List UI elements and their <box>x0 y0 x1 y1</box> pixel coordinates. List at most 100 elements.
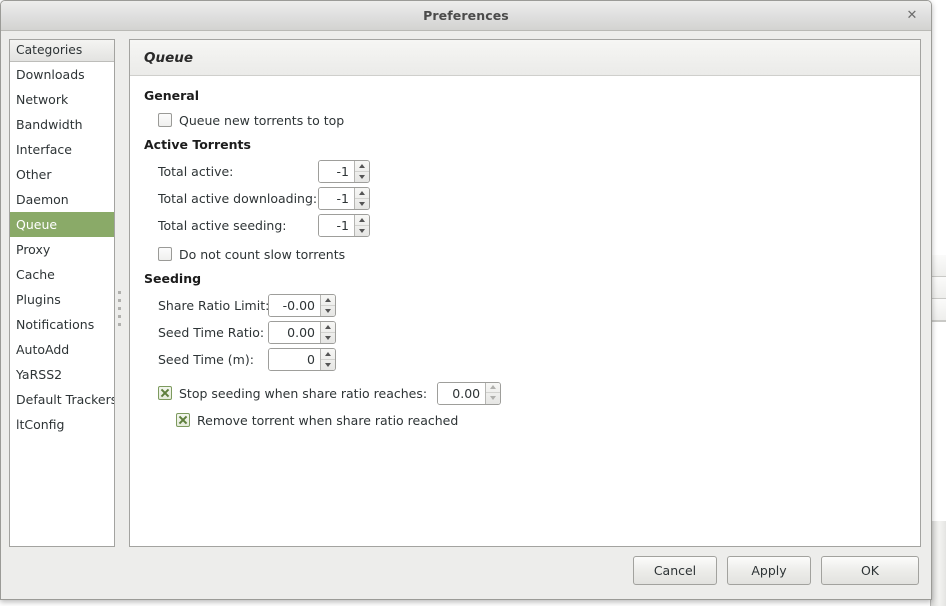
total-active-seeding-row: Total active seeding: -1 <box>158 212 906 239</box>
share-ratio-limit-row: Share Ratio Limit: -0.00 <box>158 292 906 319</box>
total-active-downloading-row: Total active downloading: -1 <box>158 185 906 212</box>
do-not-count-slow-torrents-row[interactable]: Do not count slow torrents <box>158 243 906 265</box>
stepper-down-icon[interactable] <box>355 226 369 237</box>
categories-header: Categories <box>10 40 114 62</box>
stepper-up-icon[interactable] <box>321 349 335 360</box>
sidebar-item-proxy[interactable]: Proxy <box>10 237 114 262</box>
sidebar-item-yarss2[interactable]: YaRSS2 <box>10 362 114 387</box>
sidebar-item-plugins[interactable]: Plugins <box>10 287 114 312</box>
total-active-downloading-input[interactable]: -1 <box>319 188 354 209</box>
stepper-down-icon[interactable] <box>321 306 335 317</box>
section-active-torrents-title: Active Torrents <box>144 137 251 152</box>
sidebar-item-autoadd[interactable]: AutoAdd <box>10 337 114 362</box>
background-window-row <box>931 277 946 299</box>
sidebar-item-interface[interactable]: Interface <box>10 137 114 162</box>
remove-torrent-label: Remove torrent when share ratio reached <box>197 412 459 428</box>
stepper-up-icon[interactable] <box>355 215 369 226</box>
page-title: Queue <box>144 49 194 66</box>
pane-resize-handle[interactable] <box>117 39 123 547</box>
sidebar-item-default-trackers[interactable]: Default Trackers <box>10 387 114 412</box>
seed-time-ratio-stepper-buttons[interactable] <box>320 322 335 343</box>
cancel-button[interactable]: Cancel <box>633 555 717 585</box>
stepper-up-icon[interactable] <box>355 161 369 172</box>
total-active-label: Total active: <box>158 164 234 179</box>
preferences-dialog: Preferences ✕ Categories Downloads Netwo… <box>0 0 932 600</box>
section-general-title: General <box>144 88 199 103</box>
share-ratio-limit-label: Share Ratio Limit: <box>158 298 270 313</box>
sidebar-item-network[interactable]: Network <box>10 87 114 112</box>
seed-time-minutes-stepper-buttons[interactable] <box>320 349 335 370</box>
seed-time-minutes-label: Seed Time (m): <box>158 352 254 367</box>
total-active-seeding-label: Total active seeding: <box>158 218 287 233</box>
share-ratio-limit-stepper[interactable]: -0.00 <box>268 294 336 317</box>
total-active-downloading-stepper-buttons[interactable] <box>354 188 369 209</box>
remove-torrent-row[interactable]: Remove torrent when share ratio reached <box>176 409 906 431</box>
sidebar-item-queue[interactable]: Queue <box>10 212 114 237</box>
stepper-down-icon[interactable] <box>321 333 335 344</box>
sidebar-item-daemon[interactable]: Daemon <box>10 187 114 212</box>
panel-content: General Queue new torrents to top Active… <box>130 76 920 546</box>
background-window-body <box>931 321 946 521</box>
seed-time-minutes-stepper[interactable]: 0 <box>268 348 336 371</box>
share-ratio-limit-input[interactable]: -0.00 <box>269 295 320 316</box>
sidebar-item-bandwidth[interactable]: Bandwidth <box>10 112 114 137</box>
stop-seeding-row[interactable]: Stop seeding when share ratio reaches: 0… <box>158 379 906 407</box>
stepper-up-icon[interactable] <box>321 295 335 306</box>
seed-time-minutes-input[interactable]: 0 <box>269 349 320 370</box>
background-window <box>930 255 946 606</box>
do-not-count-slow-torrents-label: Do not count slow torrents <box>179 246 346 262</box>
seed-time-ratio-stepper[interactable]: 0.00 <box>268 321 336 344</box>
stepper-down-icon[interactable] <box>355 172 369 183</box>
queue-new-torrents-to-top-row[interactable]: Queue new torrents to top <box>158 109 906 131</box>
total-active-downloading-stepper[interactable]: -1 <box>318 187 370 210</box>
remove-torrent-checkbox[interactable] <box>176 413 190 427</box>
ok-button[interactable]: OK <box>821 555 919 585</box>
total-active-row: Total active: -1 <box>158 158 906 185</box>
sidebar-item-cache[interactable]: Cache <box>10 262 114 287</box>
preferences-panel: Queue General Queue new torrents to top … <box>129 39 921 547</box>
dialog-footer: Cancel Apply OK <box>1 547 931 599</box>
share-ratio-limit-stepper-buttons[interactable] <box>320 295 335 316</box>
queue-new-torrents-to-top-label: Queue new torrents to top <box>179 112 345 128</box>
total-active-seeding-stepper[interactable]: -1 <box>318 214 370 237</box>
total-active-stepper-buttons[interactable] <box>354 161 369 182</box>
grip-dots-icon <box>118 291 121 331</box>
section-seeding-title: Seeding <box>144 271 202 286</box>
seed-time-ratio-input[interactable]: 0.00 <box>269 322 320 343</box>
background-window-row <box>931 299 946 321</box>
do-not-count-slow-torrents-checkbox[interactable] <box>158 247 172 261</box>
stepper-up-icon[interactable] <box>486 383 501 393</box>
categories-list[interactable]: Categories Downloads Network Bandwidth I… <box>9 39 115 547</box>
stop-seeding-ratio-stepper[interactable]: 0.00 <box>437 381 502 405</box>
total-active-downloading-label: Total active downloading: <box>158 191 318 206</box>
seed-time-minutes-row: Seed Time (m): 0 <box>158 346 906 373</box>
seed-time-ratio-label: Seed Time Ratio: <box>158 325 265 340</box>
stop-seeding-ratio-stepper-buttons[interactable] <box>485 382 501 404</box>
stepper-down-icon[interactable] <box>486 393 500 404</box>
sidebar-item-other[interactable]: Other <box>10 162 114 187</box>
queue-new-torrents-to-top-checkbox[interactable] <box>158 113 172 127</box>
title-bar: Preferences ✕ <box>1 1 931 31</box>
dialog-body: Categories Downloads Network Bandwidth I… <box>1 31 931 547</box>
sidebar-container: Categories Downloads Network Bandwidth I… <box>9 39 121 547</box>
window-title: Preferences <box>423 8 509 23</box>
stop-seeding-ratio-input[interactable]: 0.00 <box>438 382 486 404</box>
seed-time-ratio-row: Seed Time Ratio: 0.00 <box>158 319 906 346</box>
sidebar-item-ltconfig[interactable]: ltConfig <box>10 412 114 437</box>
total-active-seeding-stepper-buttons[interactable] <box>354 215 369 236</box>
total-active-stepper[interactable]: -1 <box>318 160 370 183</box>
stop-seeding-checkbox[interactable] <box>158 386 172 400</box>
stepper-up-icon[interactable] <box>321 322 335 333</box>
panel-header: Queue <box>130 40 920 76</box>
stop-seeding-label: Stop seeding when share ratio reaches: <box>179 385 428 401</box>
total-active-input[interactable]: -1 <box>319 161 354 182</box>
apply-button[interactable]: Apply <box>727 555 811 585</box>
background-window-row <box>931 255 946 277</box>
stepper-down-icon[interactable] <box>355 199 369 210</box>
stepper-down-icon[interactable] <box>321 360 335 371</box>
sidebar-item-downloads[interactable]: Downloads <box>10 62 114 87</box>
total-active-seeding-input[interactable]: -1 <box>319 215 354 236</box>
sidebar-item-notifications[interactable]: Notifications <box>10 312 114 337</box>
stepper-up-icon[interactable] <box>355 188 369 199</box>
close-icon[interactable]: ✕ <box>901 6 923 26</box>
